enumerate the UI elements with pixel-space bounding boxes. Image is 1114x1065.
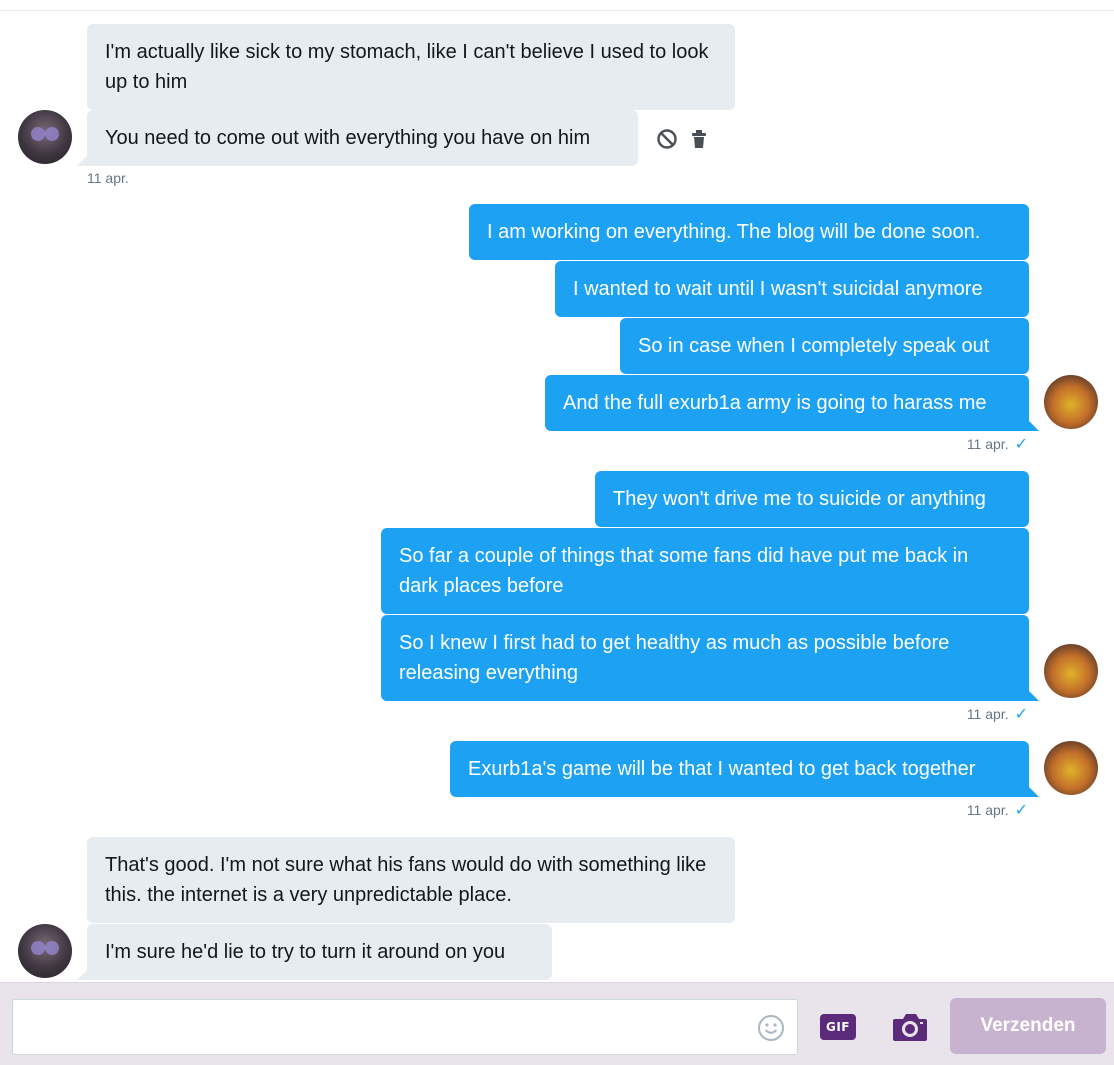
emoji-icon[interactable] (756, 1013, 786, 1043)
avatar[interactable] (1044, 644, 1098, 698)
block-icon[interactable] (656, 128, 678, 155)
message-actions (656, 128, 708, 155)
message-sent[interactable]: So I knew I first had to get healthy as … (381, 615, 1039, 701)
send-button[interactable]: Verzenden (950, 998, 1106, 1054)
timestamp: 11 apr. ✓ (900, 705, 1028, 724)
camera-icon[interactable] (890, 1009, 930, 1045)
message-sent[interactable]: I wanted to wait until I wasn't suicidal… (555, 261, 1029, 317)
message-sent[interactable]: They won't drive me to suicide or anythi… (595, 471, 1029, 527)
message-received[interactable]: You need to come out with everything you… (77, 110, 638, 166)
top-divider (0, 10, 1114, 11)
avatar[interactable] (1044, 741, 1098, 795)
message-sent[interactable]: And the full exurb1a army is going to ha… (545, 375, 1039, 431)
message-received[interactable]: I'm sure he'd lie to try to turn it arou… (77, 924, 552, 980)
read-check-icon: ✓ (1014, 706, 1028, 723)
composer-bar: GIF (0, 982, 1114, 1065)
read-check-icon: ✓ (1014, 802, 1028, 819)
message-received[interactable]: I'm actually like sick to my stomach, li… (87, 24, 735, 110)
trash-icon[interactable] (690, 128, 708, 155)
message-sent[interactable]: I am working on everything. The blog wil… (469, 204, 1029, 260)
message-sent[interactable]: So in case when I completely speak out (620, 318, 1029, 374)
timestamp: 11 apr. (87, 170, 129, 186)
message-received[interactable]: That's good. I'm not sure what his fans … (87, 837, 735, 923)
timestamp-text: 11 apr. (966, 802, 1009, 818)
avatar[interactable] (18, 110, 72, 164)
message-sent[interactable]: So far a couple of things that some fans… (381, 528, 1029, 614)
avatar[interactable] (18, 924, 72, 978)
timestamp-text: 11 apr. (966, 706, 1009, 722)
read-check-icon: ✓ (1014, 436, 1028, 453)
gif-icon[interactable]: GIF (818, 1011, 858, 1043)
timestamp-text: 11 apr. (966, 436, 1009, 452)
message-sent[interactable]: Exurb1a's game will be that I wanted to … (450, 741, 1039, 797)
timestamp: 11 apr. ✓ (900, 801, 1028, 820)
message-input[interactable] (12, 999, 798, 1055)
avatar[interactable] (1044, 375, 1098, 429)
timestamp: 11 apr. ✓ (900, 435, 1028, 454)
gif-label: GIF (820, 1014, 856, 1040)
